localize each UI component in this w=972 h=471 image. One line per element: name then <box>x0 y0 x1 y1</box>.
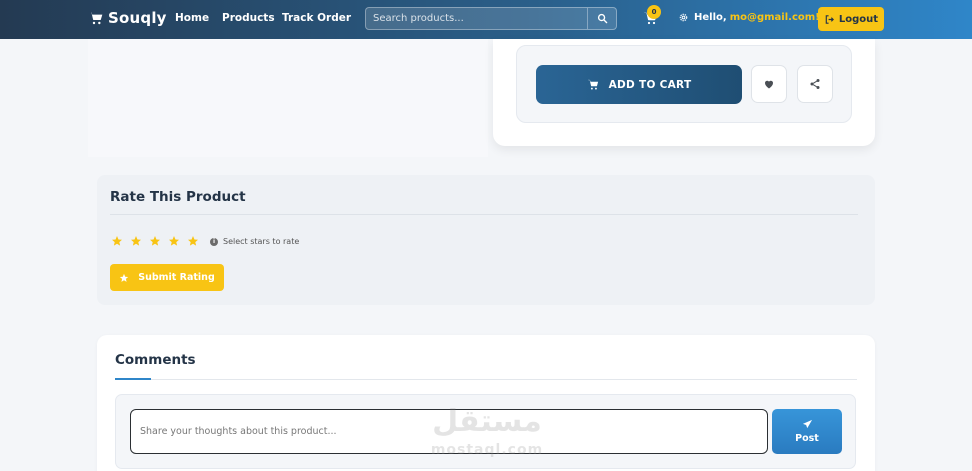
greeting-text: Hello, <box>694 12 727 23</box>
brand-name: Souqly <box>108 9 167 27</box>
navbar: Souqly Home Products Track Order 0 Hello… <box>0 0 972 39</box>
user-greeting[interactable]: Hello, mo@gmail.com! <box>678 12 820 23</box>
heart-icon <box>765 80 773 89</box>
post-label: Post <box>795 433 819 444</box>
share-icon <box>810 79 820 89</box>
send-icon <box>802 419 812 429</box>
rate-product-section: Rate This Product i Select stars to rate… <box>97 175 875 305</box>
divider <box>151 379 857 380</box>
divider <box>110 214 858 215</box>
share-button[interactable] <box>797 65 833 103</box>
star-rating <box>111 235 206 247</box>
info-icon: i <box>210 237 218 246</box>
search-input[interactable] <box>366 8 588 29</box>
cart-logo-icon <box>89 12 103 25</box>
product-image-area <box>88 39 488 157</box>
post-comment-button[interactable]: Post <box>772 409 842 454</box>
logout-label: Logout <box>838 13 879 25</box>
comment-input[interactable] <box>130 409 768 454</box>
cart-count-badge: 0 <box>647 5 661 19</box>
search-icon <box>597 13 607 24</box>
logout-button[interactable]: Logout <box>818 7 884 31</box>
star-icon[interactable] <box>111 235 123 247</box>
actions-container: ADD TO CART <box>516 45 852 123</box>
brand-logo[interactable]: Souqly <box>88 9 167 27</box>
search-button[interactable] <box>587 8 616 29</box>
product-actions-panel: ADD TO CART <box>493 39 875 146</box>
comment-form: Post <box>115 394 856 469</box>
star-icon[interactable] <box>130 235 142 247</box>
logout-icon <box>825 14 834 24</box>
comments-title: Comments <box>115 352 196 368</box>
nav-link-home[interactable]: Home <box>175 12 209 24</box>
user-email: mo@gmail.com! <box>729 12 820 23</box>
add-to-cart-label: ADD TO CART <box>608 78 692 91</box>
star-icon[interactable] <box>187 235 199 247</box>
star-icon <box>120 273 129 282</box>
submit-rating-label: Submit Rating <box>138 272 215 283</box>
submit-rating-button[interactable]: Submit Rating <box>110 264 224 291</box>
gear-icon <box>679 13 688 22</box>
comments-section: Comments Post <box>97 335 875 471</box>
rating-hint-text: Select stars to rate <box>223 237 300 246</box>
wishlist-button[interactable] <box>751 65 787 103</box>
rating-hint: i Select stars to rate <box>210 237 299 246</box>
search-bar <box>365 7 617 30</box>
nav-link-track-order[interactable]: Track Order <box>282 12 351 24</box>
rate-title: Rate This Product <box>110 189 246 205</box>
star-icon[interactable] <box>168 235 180 247</box>
cart-icon <box>587 79 598 90</box>
title-underline <box>115 378 151 380</box>
nav-link-products[interactable]: Products <box>222 12 275 24</box>
add-to-cart-button[interactable]: ADD TO CART <box>536 65 742 104</box>
star-icon[interactable] <box>149 235 161 247</box>
